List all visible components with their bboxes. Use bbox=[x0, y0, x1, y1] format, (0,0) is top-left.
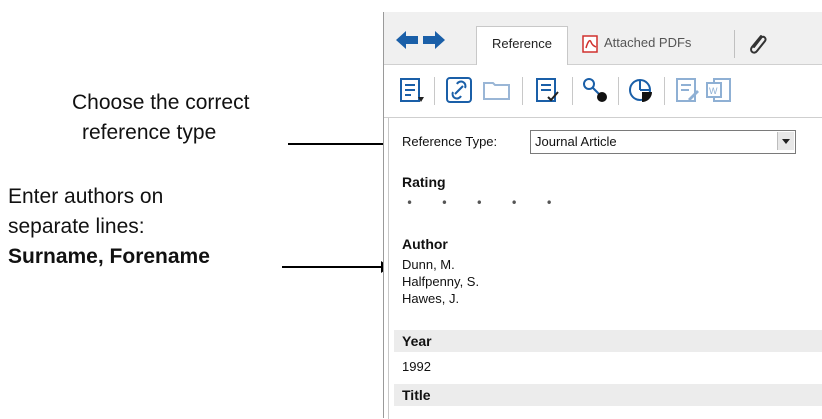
insert-citation-icon[interactable] bbox=[396, 75, 426, 105]
format-icon[interactable] bbox=[532, 75, 562, 105]
toolbar-divider bbox=[618, 77, 619, 105]
word-icon[interactable]: W bbox=[704, 75, 734, 105]
arrow-left-icon[interactable] bbox=[396, 31, 418, 49]
svg-text:W: W bbox=[709, 86, 718, 96]
author-label: Author bbox=[402, 236, 448, 252]
tab-bar: Reference Attached PDFs bbox=[384, 12, 822, 65]
toolbar-divider bbox=[572, 77, 573, 105]
title-header-band bbox=[394, 384, 822, 406]
authors-arrow bbox=[282, 261, 390, 273]
reference-type-annotation: Choose the correct reference type bbox=[72, 88, 332, 148]
pdf-icon bbox=[582, 35, 598, 53]
toolbar-divider bbox=[522, 77, 523, 105]
toolbar: W bbox=[384, 65, 822, 115]
toolbar-divider bbox=[434, 77, 435, 105]
annotation-line: Enter authors on bbox=[8, 185, 164, 208]
tab-divider bbox=[734, 30, 735, 58]
year-field[interactable]: 1992 bbox=[402, 358, 431, 375]
paperclip-icon[interactable] bbox=[744, 30, 770, 58]
title-label: Title bbox=[402, 387, 431, 403]
author-entry: Dunn, M. bbox=[402, 257, 455, 272]
author-field[interactable]: Dunn, M. Halfpenny, S. Hawes, J. bbox=[402, 256, 479, 307]
year-header-band bbox=[394, 330, 822, 352]
reference-type-value: Journal Article bbox=[535, 134, 617, 149]
reference-form: Reference Type: Journal Article Rating •… bbox=[384, 117, 822, 419]
annotation-line-bold: Surname, Forename bbox=[8, 245, 210, 268]
year-label: Year bbox=[402, 333, 432, 349]
author-entry: Hawes, J. bbox=[402, 291, 460, 306]
toolbar-divider bbox=[664, 77, 665, 105]
reference-type-label: Reference Type: bbox=[402, 134, 498, 149]
folder-icon[interactable] bbox=[482, 75, 512, 105]
annotation-line: Choose the correct bbox=[72, 91, 250, 114]
tab-reference[interactable]: Reference bbox=[476, 26, 568, 65]
reference-type-arrow bbox=[288, 138, 400, 150]
tab-attached-pdfs[interactable]: Attached PDFs bbox=[582, 26, 732, 64]
rating-label: Rating bbox=[402, 174, 446, 190]
rating-stars[interactable]: • • • • • bbox=[406, 196, 565, 210]
tab-label: Reference bbox=[492, 36, 552, 51]
link-icon[interactable] bbox=[444, 75, 474, 105]
chevron-down-icon[interactable] bbox=[777, 132, 794, 150]
edit-icon[interactable] bbox=[672, 75, 702, 105]
authors-annotation: Enter authors on separate lines: Surname… bbox=[8, 182, 308, 272]
form-margin-rule bbox=[388, 118, 389, 419]
find-fulltext-icon[interactable] bbox=[580, 75, 610, 105]
chart-icon[interactable] bbox=[626, 75, 656, 105]
arrow-right-icon[interactable] bbox=[423, 31, 445, 49]
author-entry: Halfpenny, S. bbox=[402, 274, 480, 289]
annotation-line: separate lines: bbox=[8, 215, 145, 238]
tab-label: Attached PDFs bbox=[604, 35, 692, 50]
reference-panel: Reference Attached PDFs W Reference Type… bbox=[383, 12, 822, 419]
reference-type-select[interactable]: Journal Article bbox=[530, 130, 796, 154]
